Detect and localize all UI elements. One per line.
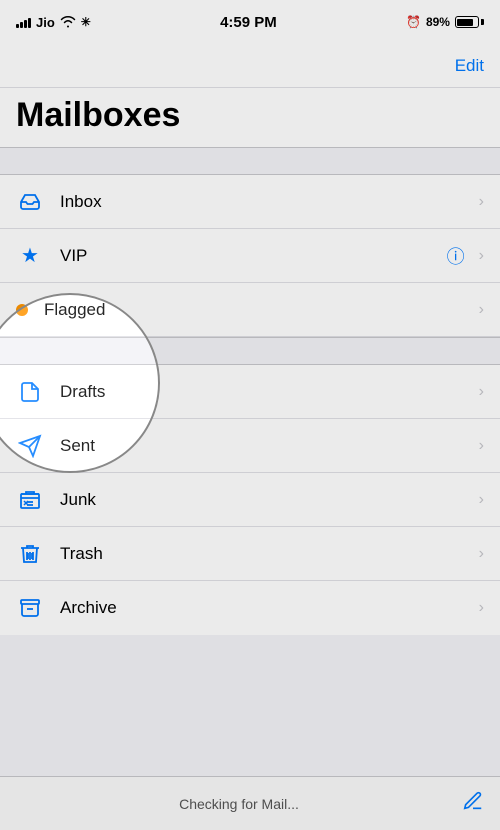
top-mailbox-list: Inbox › ★ VIP ⓘ › Flagged › bbox=[0, 175, 500, 337]
signal-bar-3 bbox=[24, 20, 27, 28]
sent-chevron: › bbox=[479, 437, 484, 455]
list-item-archive[interactable]: Archive › bbox=[0, 581, 500, 635]
vip-chevron: › bbox=[479, 247, 484, 265]
large-title-area: Mailboxes bbox=[0, 88, 500, 147]
trash-label: Trash bbox=[60, 544, 471, 564]
sent-label: Sent bbox=[60, 436, 471, 456]
signal-bars bbox=[16, 16, 31, 28]
vip-info-icon[interactable]: ⓘ bbox=[447, 243, 465, 269]
wifi-icon bbox=[60, 16, 76, 28]
compose-button[interactable] bbox=[462, 790, 484, 818]
list-item-sent[interactable]: Sent › bbox=[0, 419, 500, 473]
list-item-junk[interactable]: Junk › bbox=[0, 473, 500, 527]
status-bar: Jio ✳ 4:59 PM ⏰ 89% bbox=[0, 0, 500, 44]
list-item-drafts[interactable]: Drafts › bbox=[0, 365, 500, 419]
status-text: Checking for Mail... bbox=[16, 796, 462, 812]
junk-icon bbox=[16, 486, 44, 514]
edit-button[interactable]: Edit bbox=[455, 56, 484, 76]
nav-bar: Edit bbox=[0, 44, 500, 88]
status-left: Jio ✳ bbox=[16, 15, 91, 30]
trash-icon bbox=[16, 540, 44, 568]
archive-label: Archive bbox=[60, 598, 471, 618]
inbox-icon bbox=[16, 188, 44, 216]
signal-bar-1 bbox=[16, 24, 19, 28]
empty-space bbox=[0, 635, 500, 773]
trash-chevron: › bbox=[479, 545, 484, 563]
bottom-bar: Checking for Mail... bbox=[0, 776, 500, 830]
junk-label: Junk bbox=[60, 490, 471, 510]
vip-label: VIP bbox=[60, 246, 447, 266]
list-item-inbox[interactable]: Inbox › bbox=[0, 175, 500, 229]
flagged-label: Flagged bbox=[44, 300, 471, 320]
list-item-vip[interactable]: ★ VIP ⓘ › bbox=[0, 229, 500, 283]
section-divider-top bbox=[0, 147, 500, 175]
vip-star-icon: ★ bbox=[16, 242, 44, 270]
bottom-mailbox-list: Drafts › Sent › J bbox=[0, 365, 500, 635]
sent-icon bbox=[16, 432, 44, 460]
list-item-trash[interactable]: Trash › bbox=[0, 527, 500, 581]
section-divider-middle bbox=[0, 337, 500, 365]
archive-icon bbox=[16, 594, 44, 622]
archive-chevron: › bbox=[479, 599, 484, 617]
carrier-label: Jio bbox=[36, 15, 55, 30]
status-time: 4:59 PM bbox=[220, 14, 277, 31]
battery-icon bbox=[455, 16, 484, 28]
signal-bar-2 bbox=[20, 22, 23, 28]
list-item-flagged[interactable]: Flagged › bbox=[0, 283, 500, 337]
inbox-chevron: › bbox=[479, 193, 484, 211]
flagged-dot-icon bbox=[16, 304, 28, 316]
flagged-chevron: › bbox=[479, 301, 484, 319]
signal-bar-4 bbox=[28, 18, 31, 28]
drafts-chevron: › bbox=[479, 383, 484, 401]
junk-chevron: › bbox=[479, 491, 484, 509]
status-right: ⏰ 89% bbox=[406, 15, 484, 29]
drafts-icon bbox=[16, 378, 44, 406]
battery-percent: 89% bbox=[426, 15, 450, 29]
alarm-icon: ⏰ bbox=[406, 15, 421, 29]
loading-indicator: ✳ bbox=[81, 15, 91, 29]
page-title: Mailboxes bbox=[16, 96, 484, 135]
inbox-label: Inbox bbox=[60, 192, 471, 212]
drafts-label: Drafts bbox=[60, 382, 471, 402]
